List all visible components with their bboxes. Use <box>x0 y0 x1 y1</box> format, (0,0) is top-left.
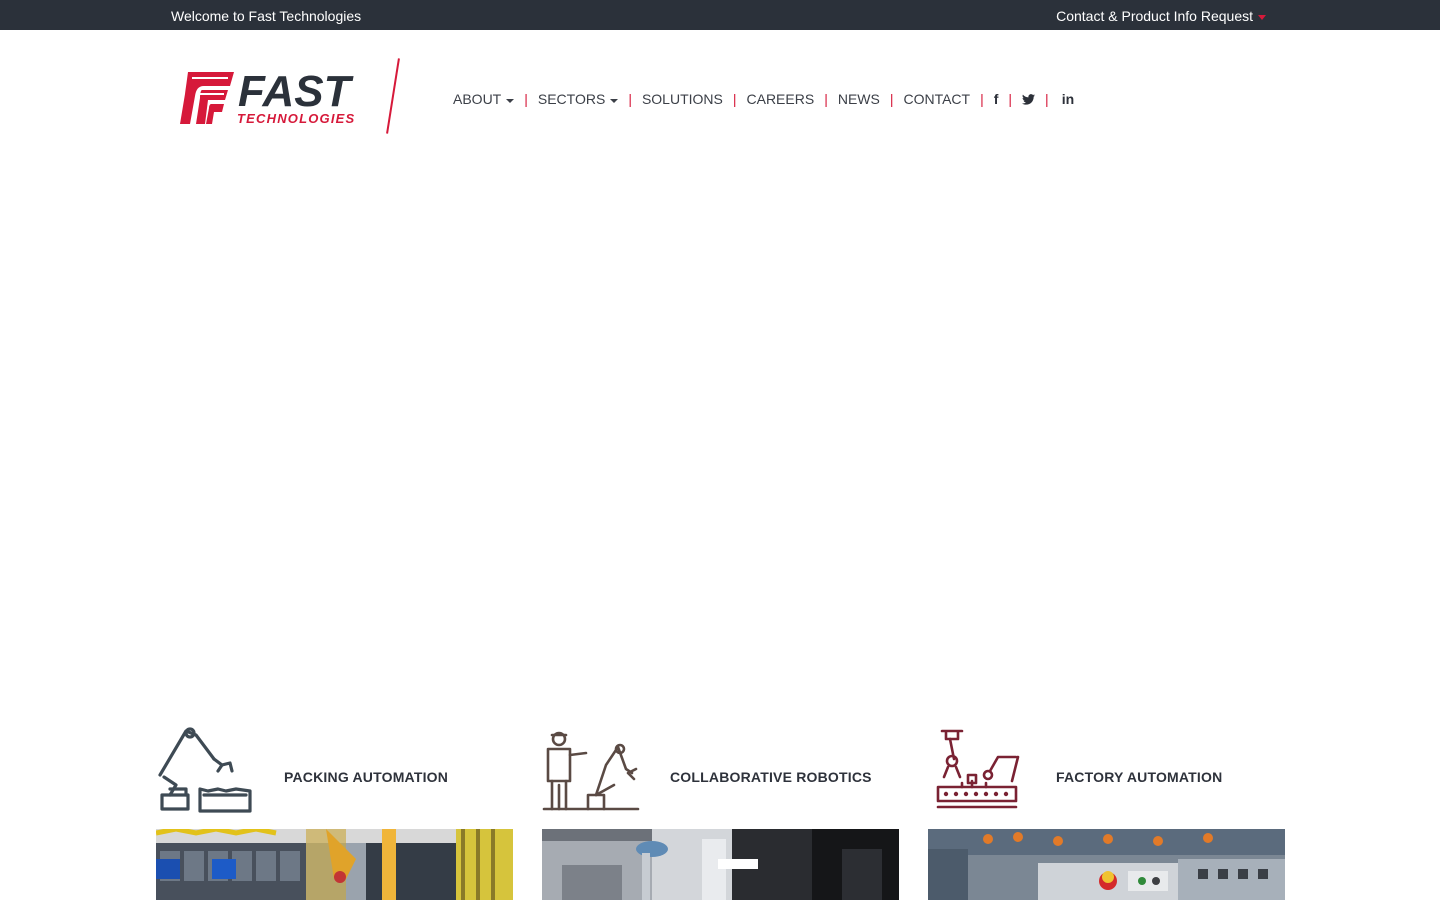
nav-item-label: ABOUT <box>453 91 502 107</box>
logo-divider <box>386 58 400 134</box>
card-title: PACKING AUTOMATION <box>284 769 449 785</box>
chevron-down-icon <box>1258 14 1266 20</box>
nav-item-careers[interactable]: CAREERS <box>747 91 815 107</box>
twitter-bird-glyph <box>1022 93 1036 105</box>
fast-technologies-logo[interactable]: FAST TECHNOLOGIES <box>178 66 358 128</box>
nav-separator: | <box>824 91 828 107</box>
welcome-text: Welcome to Fast Technologies <box>171 8 362 24</box>
nav-separator: | <box>732 91 737 107</box>
nav-separator: | <box>980 91 984 107</box>
collaborative-robotics-photo[interactable] <box>542 829 899 900</box>
card-title: COLLABORATIVE ROBOTICS <box>670 769 872 785</box>
nav-item-label: SECTORS <box>537 91 606 107</box>
nav-separator: | <box>628 91 632 107</box>
twitter-icon[interactable] <box>1022 93 1036 105</box>
nav-item-sectors[interactable]: SECTORS <box>537 91 619 107</box>
nav-item-about[interactable]: ABOUT <box>453 91 515 107</box>
nav-item-news[interactable]: NEWS <box>838 91 880 107</box>
factory-automation-photo[interactable] <box>928 829 1285 900</box>
contact-request-label: Contact & Product Info Request <box>1056 8 1253 24</box>
linkedin-icon[interactable]: in <box>1062 91 1074 107</box>
packing-automation-photo[interactable] <box>156 829 513 900</box>
logo-brand-text: FAST <box>238 67 354 116</box>
nav-separator: | <box>1045 91 1049 107</box>
logo-mark: FAST TECHNOLOGIES <box>180 67 355 126</box>
card-title: FACTORY AUTOMATION <box>1056 769 1223 785</box>
conveyor-robots-icon <box>928 725 1028 815</box>
facebook-icon[interactable]: f <box>994 91 999 107</box>
worker-robot-icon <box>542 725 642 815</box>
caret-down-icon <box>610 98 619 103</box>
nav-item-solutions[interactable]: SOLUTIONS <box>642 91 723 107</box>
nav-separator: | <box>889 91 894 107</box>
contact-request-link[interactable]: Contact & Product Info Request <box>1056 8 1266 24</box>
main-nav: ABOUT | SECTORS | SOLUTIONS | CAREERS | … <box>453 90 1074 108</box>
nav-separator: | <box>524 91 528 107</box>
robot-arm-packing-icon <box>156 725 256 815</box>
logo-tagline-text: TECHNOLOGIES <box>237 111 355 126</box>
nav-separator: | <box>1008 91 1013 107</box>
caret-down-icon <box>506 98 515 103</box>
top-bar: Welcome to Fast Technologies Contact & P… <box>0 0 1440 30</box>
nav-item-contact[interactable]: CONTACT <box>903 91 970 107</box>
